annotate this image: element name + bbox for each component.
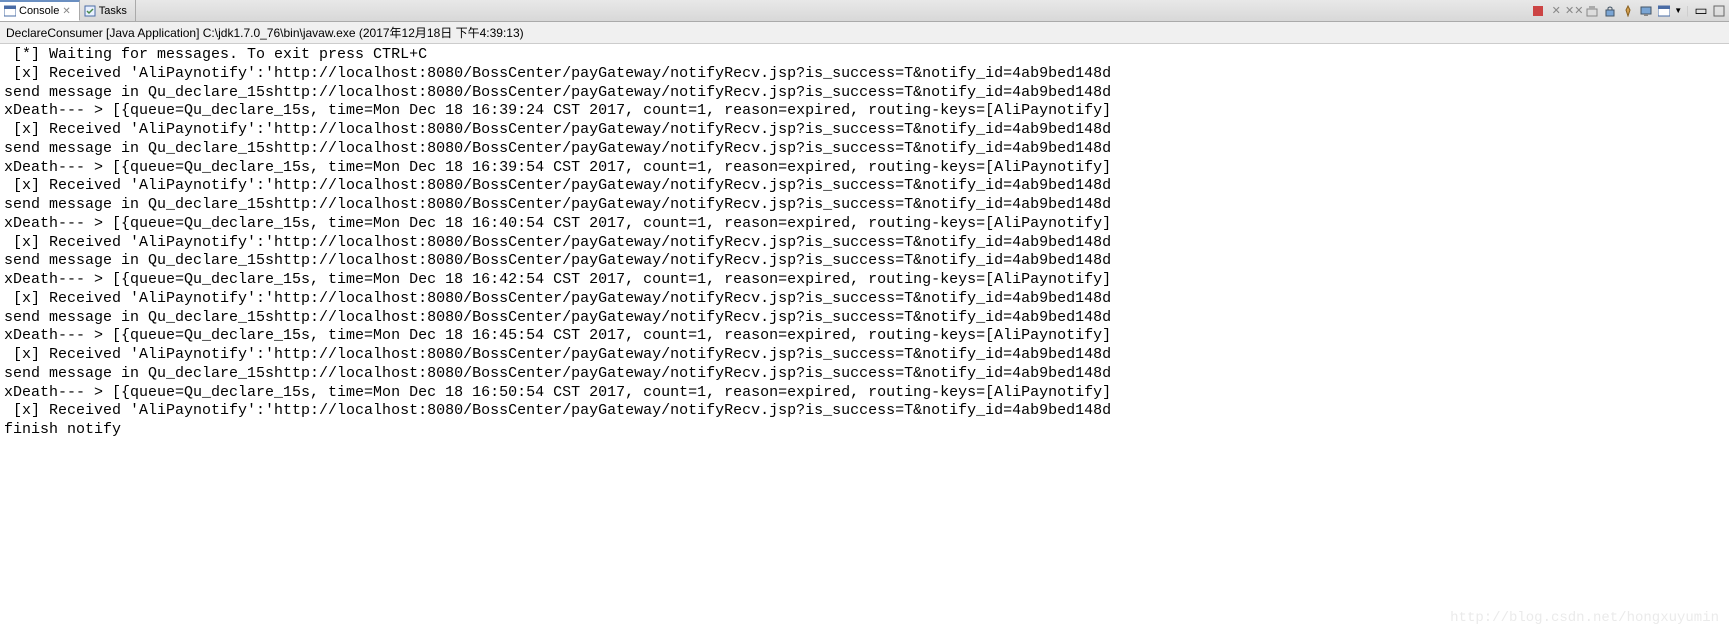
- tab-label: Tasks: [99, 5, 127, 17]
- close-icon[interactable]: ✕: [62, 6, 70, 17]
- remove-all-icon[interactable]: ✕✕: [1566, 3, 1582, 19]
- pin-icon[interactable]: [1620, 3, 1636, 19]
- launch-info: DeclareConsumer [Java Application] C:\jd…: [0, 22, 1729, 44]
- open-console-icon[interactable]: [1656, 3, 1672, 19]
- tab-bar: Console ✕ Tasks ✕ ✕✕ ▼ | ▭: [0, 0, 1729, 22]
- display-icon[interactable]: [1638, 3, 1654, 19]
- dropdown-icon[interactable]: ▼: [1674, 6, 1682, 15]
- scroll-lock-icon[interactable]: [1602, 3, 1618, 19]
- minimize-icon[interactable]: ▭: [1693, 3, 1709, 19]
- terminate-all-icon[interactable]: ✕: [1548, 3, 1564, 19]
- terminate-icon[interactable]: [1530, 3, 1546, 19]
- clear-icon[interactable]: [1584, 3, 1600, 19]
- tab-console[interactable]: Console ✕: [0, 0, 80, 21]
- watermark: http://blog.csdn.net/hongxuyumin: [1450, 610, 1719, 626]
- console-icon: [4, 5, 16, 17]
- tasks-icon: [84, 5, 96, 17]
- console-output[interactable]: [*] Waiting for messages. To exit press …: [0, 44, 1729, 442]
- maximize-icon[interactable]: [1711, 3, 1727, 19]
- tab-label: Console: [19, 5, 59, 17]
- tab-tasks[interactable]: Tasks: [80, 0, 136, 21]
- toolbar: ✕ ✕✕ ▼ | ▭: [1530, 0, 1727, 21]
